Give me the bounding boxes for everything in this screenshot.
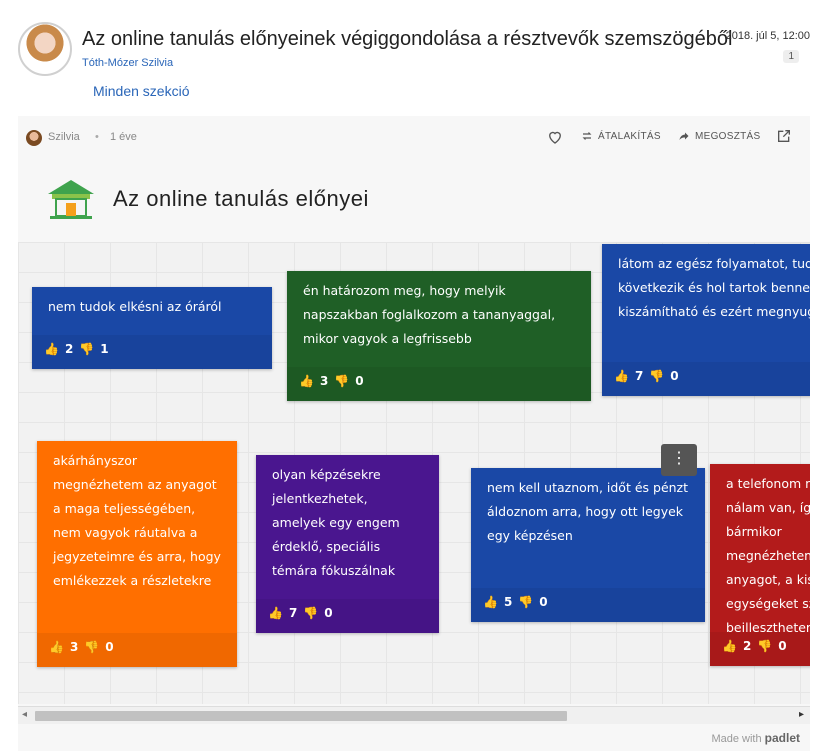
separator-dot: •	[95, 131, 99, 143]
dislike-count: 0	[539, 595, 548, 609]
open-external-icon[interactable]	[776, 128, 792, 144]
dislike-count: 0	[670, 369, 679, 383]
owner-avatar[interactable]	[26, 130, 42, 146]
scroll-right-icon[interactable]: ▸	[799, 709, 804, 720]
thumbs-up-icon[interactable]: 👍	[614, 364, 629, 388]
card-votes: 👍 2 👎 1	[44, 337, 109, 361]
like-count: 3	[69, 640, 79, 654]
thumbs-up-icon[interactable]: 👍	[483, 590, 498, 614]
remake-label: ÁTALAKÍTÁS	[598, 130, 661, 142]
padlet-embed: Szilvia • 1 éve ÁTALAKÍTÁS MEGOSZTÁS Az	[18, 116, 810, 751]
post-author-link[interactable]: Tóth-Mózer Szilvia	[82, 57, 173, 69]
dislike-count: 1	[100, 342, 109, 356]
like-count: 7	[288, 606, 298, 620]
thumbs-up-icon[interactable]: 👍	[49, 635, 64, 659]
remake-icon	[582, 132, 592, 140]
scroll-left-icon[interactable]: ◂	[22, 709, 27, 720]
all-sections-link[interactable]: Minden szekció	[93, 83, 190, 99]
owner-name[interactable]: Szilvia	[48, 131, 80, 143]
card-votes: 👍 7 👎 0	[268, 601, 333, 625]
like-count: 2	[742, 639, 752, 653]
post-date: 2018. júl 5, 12:00	[725, 30, 810, 42]
more-vertical-icon: ⋮	[671, 450, 687, 467]
thumbs-up-icon[interactable]: 👍	[299, 369, 314, 393]
thumbs-down-icon[interactable]: 👎	[303, 601, 318, 625]
card-votes: 👍 7 👎 0	[614, 364, 679, 388]
thumbs-down-icon[interactable]: 👎	[757, 634, 772, 658]
padlet-brand: padlet	[764, 731, 800, 745]
card-text: nem tudok elkésni az óráról	[48, 299, 222, 314]
thumbs-down-icon[interactable]: 👎	[518, 590, 533, 614]
dislike-count: 0	[324, 606, 333, 620]
made-with-padlet[interactable]: Made with padlet	[711, 731, 800, 745]
house-icon	[48, 180, 94, 219]
card-text: akárhányszor megnézhetem az anyagot a ma…	[53, 453, 221, 588]
card-text: nem kell utaznom, időt és pénzt áldoznom…	[487, 480, 689, 543]
card-text: olyan képzésekre jelentkezhetek, amelyek…	[272, 467, 400, 578]
post-card[interactable]: nem kell utaznom, időt és pénzt áldoznom…	[471, 468, 705, 622]
thumbs-down-icon[interactable]: 👎	[79, 337, 94, 361]
card-text: látom az egész folyamatot, tudom, mi köv…	[618, 256, 810, 319]
post-card[interactable]: nem tudok elkésni az óráról 👍 2 👎 1	[32, 287, 272, 369]
heart-icon[interactable]	[546, 128, 564, 146]
thumbs-down-icon[interactable]: 👎	[84, 635, 99, 659]
author-avatar[interactable]	[18, 22, 72, 76]
card-votes: 👍 2 👎 0	[722, 634, 787, 658]
reply-count-badge: 1	[783, 50, 799, 63]
embed-toolbar: Szilvia • 1 éve ÁTALAKÍTÁS MEGOSZTÁS	[18, 116, 810, 160]
post-age: 1 éve	[110, 131, 137, 143]
card-menu-button[interactable]: ⋮	[661, 444, 697, 476]
thumbs-down-icon[interactable]: 👎	[649, 364, 664, 388]
board-title: Az online tanulás előnyei	[113, 186, 369, 211]
card-text: én határozom meg, hogy melyik napszakban…	[303, 283, 556, 346]
post-card[interactable]: látom az egész folyamatot, tudom, mi köv…	[602, 244, 810, 396]
like-count: 5	[503, 595, 513, 609]
remake-button[interactable]: ÁTALAKÍTÁS	[581, 130, 661, 142]
share-label: MEGOSZTÁS	[695, 130, 761, 142]
scrollbar-thumb[interactable]	[35, 711, 567, 721]
card-votes: 👍 3 👎 0	[49, 635, 114, 659]
like-count: 2	[64, 342, 74, 356]
thumbs-down-icon[interactable]: 👎	[334, 369, 349, 393]
card-text: a telefonom mindig nálam van, így bármik…	[726, 476, 810, 635]
dislike-count: 0	[778, 639, 787, 653]
card-votes: 👍 5 👎 0	[483, 590, 548, 614]
like-count: 3	[319, 374, 329, 388]
board-canvas: nem tudok elkésni az óráról 👍 2 👎 1 én hat…	[18, 242, 810, 704]
post-card[interactable]: akárhányszor megnézhetem az anyagot a ma…	[37, 441, 237, 667]
dislike-count: 0	[105, 640, 114, 654]
post-card[interactable]: olyan képzésekre jelentkezhetek, amelyek…	[256, 455, 439, 633]
thumbs-up-icon[interactable]: 👍	[268, 601, 283, 625]
post-title: Az online tanulás előnyeinek végiggondol…	[82, 28, 733, 50]
horizontal-scrollbar[interactable]: ◂ ▸	[18, 706, 810, 724]
post-card[interactable]: a telefonom mindig nálam van, így bármik…	[710, 464, 810, 666]
thumbs-up-icon[interactable]: 👍	[44, 337, 59, 361]
post-card[interactable]: én határozom meg, hogy melyik napszakban…	[287, 271, 591, 401]
share-button[interactable]: MEGOSZTÁS	[678, 130, 760, 142]
like-count: 7	[634, 369, 644, 383]
dislike-count: 0	[355, 374, 364, 388]
share-arrow-icon	[679, 132, 689, 140]
thumbs-up-icon[interactable]: 👍	[722, 634, 737, 658]
made-with-label: Made with	[711, 733, 762, 745]
card-votes: 👍 3 👎 0	[299, 369, 364, 393]
